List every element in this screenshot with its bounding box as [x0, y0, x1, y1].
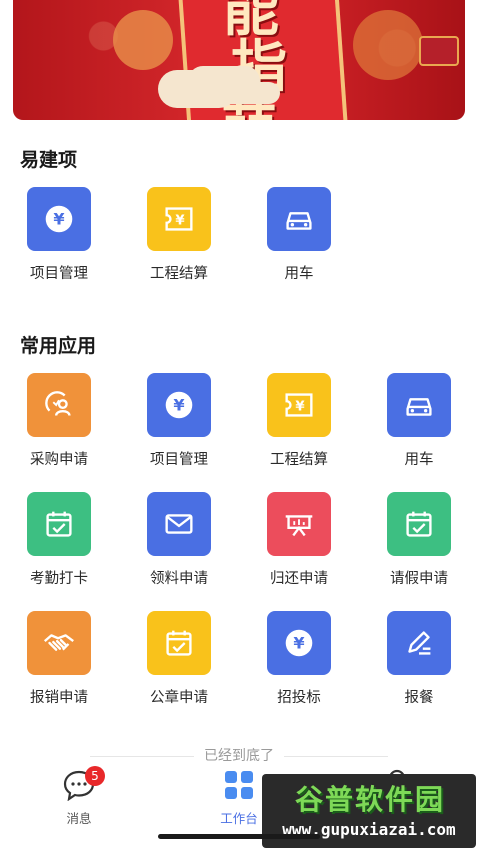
app-gongcheng-jiesuan-2[interactable]: ¥ 工程结算 — [254, 373, 344, 469]
app-gongzhang-shenqing[interactable]: 公章申请 — [134, 611, 224, 707]
app-label: 考勤打卡 — [30, 571, 88, 587]
yuan-coin-icon: ¥ — [27, 187, 91, 251]
app-label: 工程结算 — [150, 266, 208, 282]
section-title-yijianxiang: 易建项 — [20, 149, 78, 171]
banner-dragon-decoration — [353, 10, 423, 80]
svg-text:¥: ¥ — [295, 400, 305, 415]
tab-label: 消息 — [66, 811, 92, 826]
unread-badge: 5 — [85, 766, 105, 786]
app-baocan[interactable]: 报餐 — [374, 611, 464, 707]
app-label: 项目管理 — [150, 452, 208, 468]
car-icon — [267, 187, 331, 251]
app-label: 报销申请 — [30, 690, 88, 706]
app-label: 项目管理 — [30, 266, 88, 282]
app-kaoqin-daka[interactable]: 考勤打卡 — [14, 492, 104, 588]
chat-bubble-icon: 5 — [39, 766, 119, 802]
app-label: 公章申请 — [150, 690, 208, 706]
app-label: 报餐 — [404, 690, 434, 706]
calendar-check-icon — [147, 611, 211, 675]
app-qingjia-shenqing[interactable]: 请假申请 — [374, 492, 464, 588]
purchase-person-icon — [27, 373, 91, 437]
presentation-chart-icon — [267, 492, 331, 556]
yuan-coin-icon: ¥ — [147, 373, 211, 437]
svg-text:¥: ¥ — [175, 214, 185, 229]
app-caigou-shenqing[interactable]: 采购申请 — [14, 373, 104, 469]
app-xiangmu-guanli[interactable]: ¥ 项目管理 — [14, 187, 104, 283]
svg-text:¥: ¥ — [293, 634, 305, 653]
banner-dragon-decoration — [113, 10, 173, 70]
app-label: 工程结算 — [270, 452, 328, 468]
app-gongcheng-jiesuan[interactable]: ¥ 工程结算 — [134, 187, 224, 283]
svg-text:¥: ¥ — [53, 210, 65, 229]
yuan-coin-icon: ¥ — [267, 611, 331, 675]
ticket-yuan-icon: ¥ — [267, 373, 331, 437]
app-label: 请假申请 — [390, 571, 448, 587]
watermark-title: 谷普软件园 — [294, 783, 445, 816]
app-zhaotoubiao[interactable]: ¥ 招投标 — [254, 611, 344, 707]
envelope-icon — [147, 492, 211, 556]
app-yongche-2[interactable]: 用车 — [374, 373, 464, 469]
banner-tag-decoration — [419, 36, 459, 66]
app-label: 用车 — [404, 452, 434, 468]
ticket-yuan-icon: ¥ — [147, 187, 211, 251]
pen-note-icon — [387, 611, 451, 675]
app-label: 归还申请 — [270, 571, 328, 587]
tab-messages[interactable]: 5 消息 — [39, 766, 119, 827]
svg-text:¥: ¥ — [173, 396, 185, 415]
app-xiangmu-guanli-2[interactable]: ¥ 项目管理 — [134, 373, 224, 469]
handshake-icon — [27, 611, 91, 675]
calendar-check-icon — [27, 492, 91, 556]
app-label: 招投标 — [277, 690, 321, 706]
calendar-check-icon — [387, 492, 451, 556]
app-yongche[interactable]: 用车 — [254, 187, 344, 283]
banner-cloud — [158, 70, 238, 108]
app-label: 用车 — [284, 266, 314, 282]
home-indicator[interactable] — [158, 834, 320, 839]
app-label: 采购申请 — [30, 452, 88, 468]
app-label: 领料申请 — [150, 571, 208, 587]
section-title-common: 常用应用 — [20, 335, 97, 357]
app-guihuan-shenqing[interactable]: 归还申请 — [254, 492, 344, 588]
app-lingliao-shenqing[interactable]: 领料申请 — [134, 492, 224, 588]
app-baoxiao-shenqing[interactable]: 报销申请 — [14, 611, 104, 707]
promo-banner[interactable]: 能 指 萌 — [13, 0, 465, 120]
car-icon — [387, 373, 451, 437]
